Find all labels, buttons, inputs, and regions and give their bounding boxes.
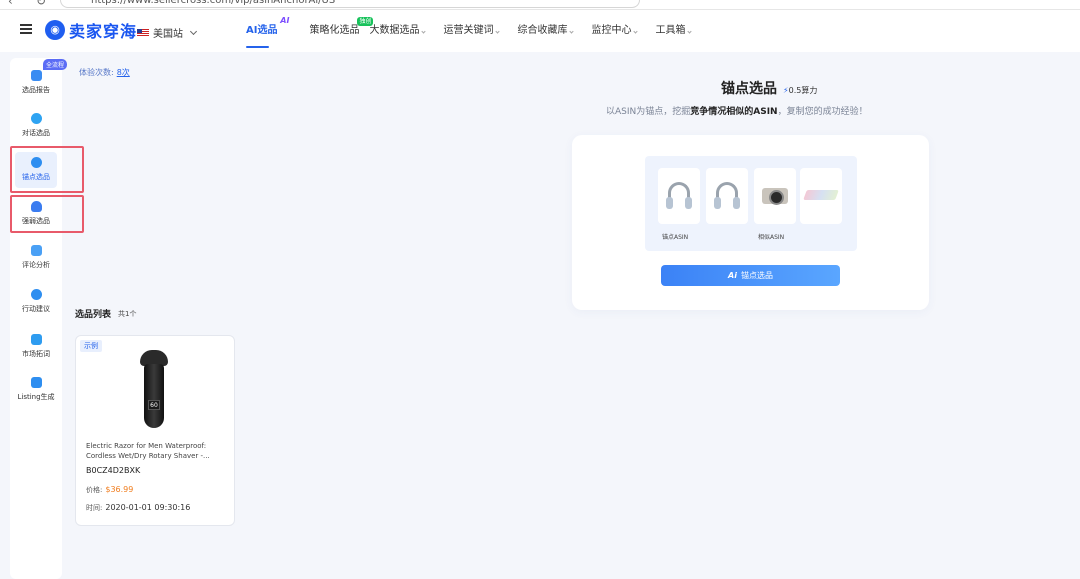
compass-icon bbox=[30, 289, 42, 300]
sidebar-item-chat[interactable]: 对话选品 bbox=[10, 113, 62, 138]
anchor-selection-button[interactable]: Ai 锚点选品 bbox=[661, 265, 840, 286]
browser-url-bar: ‹ ↻ https://www.sellercross.com/vip/asin… bbox=[0, 0, 1080, 10]
chevron-down-icon bbox=[495, 29, 501, 34]
ai-icon: Ai bbox=[728, 271, 737, 280]
chevron-down-icon bbox=[687, 29, 693, 34]
logo-text: 卖家穿海 bbox=[69, 22, 138, 41]
product-image[interactable]: 60 bbox=[139, 350, 169, 430]
similar-asin-label: 相似ASIN bbox=[758, 234, 785, 241]
chevron-down-icon bbox=[633, 29, 639, 34]
address-field[interactable]: https://www.sellercross.com/vip/asinAnch… bbox=[60, 0, 640, 8]
highlight-box-strength bbox=[10, 195, 84, 233]
similar-product-tile bbox=[754, 168, 796, 224]
report-icon bbox=[30, 70, 42, 81]
top-header: ◉ 卖家穿海 美国站 AI选品 AI 策略化选品 独创 大数据选品 运营关键词 … bbox=[0, 10, 1080, 52]
full-process-badge: 全流程 bbox=[43, 59, 68, 70]
keyboard-icon bbox=[803, 190, 839, 200]
sidebar-item-keyword[interactable]: 市场拓词 bbox=[10, 334, 62, 359]
comment-icon bbox=[30, 245, 42, 256]
site-label: 美国站 bbox=[153, 29, 183, 40]
nav-monitor[interactable]: 监控中心 bbox=[591, 10, 639, 52]
product-title[interactable]: Electric Razor for Men Waterproof: Cordl… bbox=[86, 441, 226, 461]
sidebar-item-comment[interactable]: 评论分析 bbox=[10, 245, 62, 270]
chevron-down-icon bbox=[189, 27, 198, 35]
site-logo[interactable]: ◉ 卖家穿海 bbox=[45, 18, 137, 42]
ai-badge: AI bbox=[280, 16, 290, 25]
main-nav: AI选品 AI 策略化选品 独创 大数据选品 运营关键词 综合收藏库 监控中心 … bbox=[246, 10, 709, 52]
list-title: 选品列表 bbox=[75, 310, 112, 320]
tool-subtitle: 以ASIN为锚点，挖掘竞争情况相似的ASIN，复制您的成功经验！ bbox=[606, 107, 868, 117]
sidebar-item-report[interactable]: 选品报告 bbox=[10, 70, 62, 95]
listing-icon bbox=[30, 377, 42, 388]
keyword-icon bbox=[30, 334, 42, 345]
headphone-icon bbox=[714, 182, 740, 209]
product-asin[interactable]: B0CZ4D2BXK bbox=[86, 466, 140, 475]
camera-icon bbox=[762, 188, 788, 205]
tool-header: 锚点选品 ⚡0.5算力 bbox=[721, 78, 817, 98]
trial-count: 体验次数: 8次 bbox=[79, 68, 130, 77]
highlight-box-anchor bbox=[10, 146, 84, 193]
sidebar-item-listing[interactable]: Listing生成 bbox=[10, 377, 62, 402]
hamburger-menu-icon[interactable] bbox=[20, 24, 32, 34]
list-count: 共1个 bbox=[118, 310, 137, 318]
page-title: 锚点选品 bbox=[721, 81, 777, 97]
back-icon[interactable]: ‹ bbox=[8, 0, 13, 8]
reload-icon[interactable]: ↻ bbox=[36, 0, 46, 8]
similar-product-tile bbox=[706, 168, 748, 224]
nav-bigdata-selection[interactable]: 大数据选品 bbox=[369, 10, 427, 52]
nav-toolbox[interactable]: 工具箱 bbox=[655, 10, 693, 52]
nav-keywords[interactable]: 运营关键词 bbox=[443, 10, 501, 52]
us-flag-icon bbox=[137, 28, 149, 37]
sample-badge: 示例 bbox=[80, 340, 102, 352]
nav-ai-selection[interactable]: AI选品 AI bbox=[246, 10, 289, 52]
headphone-icon bbox=[666, 182, 692, 209]
nav-strategy-selection[interactable]: 策略化选品 独创 bbox=[309, 10, 374, 52]
chevron-down-icon bbox=[569, 29, 575, 34]
anchor-asin-label: 锚点ASIN bbox=[662, 234, 689, 241]
compute-cost: ⚡0.5算力 bbox=[783, 86, 818, 95]
chevron-down-icon bbox=[421, 29, 427, 34]
chat-icon bbox=[30, 113, 42, 124]
site-selector[interactable]: 美国站 bbox=[137, 25, 198, 40]
nav-favorites[interactable]: 综合收藏库 bbox=[517, 10, 575, 52]
logo-mascot-icon: ◉ bbox=[45, 20, 65, 40]
product-time: 时间: 2020-01-01 09:30:16 bbox=[86, 503, 191, 512]
similar-product-tile bbox=[800, 168, 842, 224]
sidebar-item-action[interactable]: 行动建议 bbox=[10, 289, 62, 314]
anchor-product-tile bbox=[658, 168, 700, 224]
trial-count-link[interactable]: 8次 bbox=[117, 68, 130, 77]
product-price: 价格: $36.99 bbox=[86, 485, 134, 494]
